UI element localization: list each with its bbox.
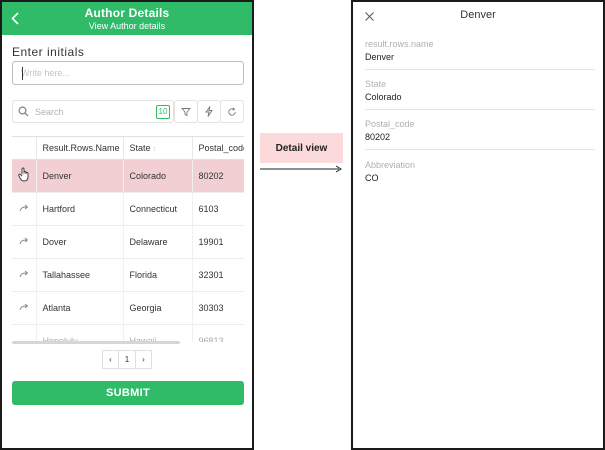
column-header-state[interactable]: State ↕ [123,137,193,160]
cell-postal: 19901 [192,225,244,259]
field-divider [365,149,595,150]
row-action-arrow-icon [19,270,28,277]
cell-postal: 96813 [192,324,244,342]
table-row[interactable]: Denver Colorado 80202 [12,159,244,193]
cell-name: Dover [36,225,124,259]
row-action-cell[interactable] [12,258,37,292]
cell-state: Hawaii [123,324,193,342]
cell-name: Honolulu [36,324,124,342]
detail-field-postal: Postal_code 80202 [365,119,595,159]
hand-cursor-icon [18,167,29,182]
filter-button[interactable] [174,100,198,123]
table-header-row: Result.Rows.Name↕ State↕ Postal_code [12,137,244,160]
cell-state: Florida [123,258,193,292]
text-caret [22,67,23,80]
pagination: ‹ 1 › [102,350,152,369]
search-input[interactable] [35,104,135,120]
sort-icon[interactable]: ↕ [153,146,157,153]
lightning-icon [205,106,213,117]
field-value: Denver [365,52,395,62]
prev-page-button[interactable]: ‹ [102,350,119,369]
field-divider [365,109,595,110]
cell-name: Tallahassee [36,258,124,292]
row-action-arrow-icon [19,303,28,310]
cell-name: Denver [36,159,124,193]
detail-field-name: result.rows.name Denver [365,39,595,79]
table-search: 10 [12,100,174,123]
app-header: Author Details View Author details [2,2,252,35]
field-label: result.rows.name [365,39,434,49]
row-action-arrow-icon [19,204,28,211]
cell-postal: 6103 [192,192,244,226]
table-row[interactable]: Atlanta Georgia 30303 [12,291,244,325]
next-page-button[interactable]: › [135,350,152,369]
column-header-name[interactable]: Result.Rows.Name↕ [36,137,124,160]
field-divider [365,69,595,70]
cell-postal: 80202 [192,159,244,193]
cell-state: Connecticut [123,192,193,226]
field-label: Abbreviation [365,160,416,170]
initials-label: Enter initials [12,45,85,59]
header-subtitle: View Author details [88,21,166,31]
back-button[interactable] [8,9,22,27]
horizontal-scrollbar[interactable] [12,341,180,344]
detail-field-state: State Colorado [365,79,595,119]
cell-state: Colorado [123,159,193,193]
back-arrow-icon [11,11,19,25]
right-arrow-icon [260,165,342,173]
header-title: Author Details [84,6,170,20]
filter-icon [181,107,191,116]
detail-header: Denver [353,2,603,30]
table-row[interactable]: Honolulu Hawaii 96813 [12,324,244,342]
table-row[interactable]: Hartford Connecticut 6103 [12,192,244,226]
cell-state: Georgia [123,291,193,325]
detail-view-screen: Denver result.rows.name Denver State Col… [351,0,605,450]
cell-postal: 30303 [192,291,244,325]
detail-view-annotation: Detail view [260,133,343,163]
authors-table: Result.Rows.Name↕ State↕ Postal_code Den… [12,136,244,342]
cell-postal: 32301 [192,258,244,292]
current-page[interactable]: 1 [118,350,136,369]
row-action-cell[interactable] [12,192,37,226]
row-action-cell[interactable] [12,225,37,259]
refresh-button[interactable] [220,100,244,123]
field-value: Colorado [365,92,402,102]
cell-name: Hartford [36,192,124,226]
cell-name: Atlanta [36,291,124,325]
field-label: State [365,79,387,89]
column-header-postal[interactable]: Postal_code [192,137,244,160]
record-count-badge: 10 [156,105,170,119]
row-action-cell[interactable] [12,291,37,325]
initials-field-wrapper [12,61,244,85]
refresh-icon [228,107,236,116]
initials-input[interactable] [13,62,243,84]
table-row[interactable]: Dover Delaware 19901 [12,225,244,259]
action-column-header [12,137,37,160]
field-label: Postal_code [365,119,415,129]
table-row[interactable]: Tallahassee Florida 32301 [12,258,244,292]
row-action-arrow-icon [19,237,28,244]
row-action-cell[interactable] [12,324,37,342]
row-action-cell[interactable] [12,159,37,193]
submit-button[interactable]: SUBMIT [12,381,244,405]
cell-state: Delaware [123,225,193,259]
detail-field-abbreviation: Abbreviation CO [365,160,595,200]
actions-button[interactable] [197,100,221,123]
author-details-screen: Author Details View Author details Enter… [0,0,254,450]
field-value: 80202 [365,132,391,142]
field-value: CO [365,173,379,183]
search-icon [18,106,29,117]
detail-title: Denver [460,9,496,21]
